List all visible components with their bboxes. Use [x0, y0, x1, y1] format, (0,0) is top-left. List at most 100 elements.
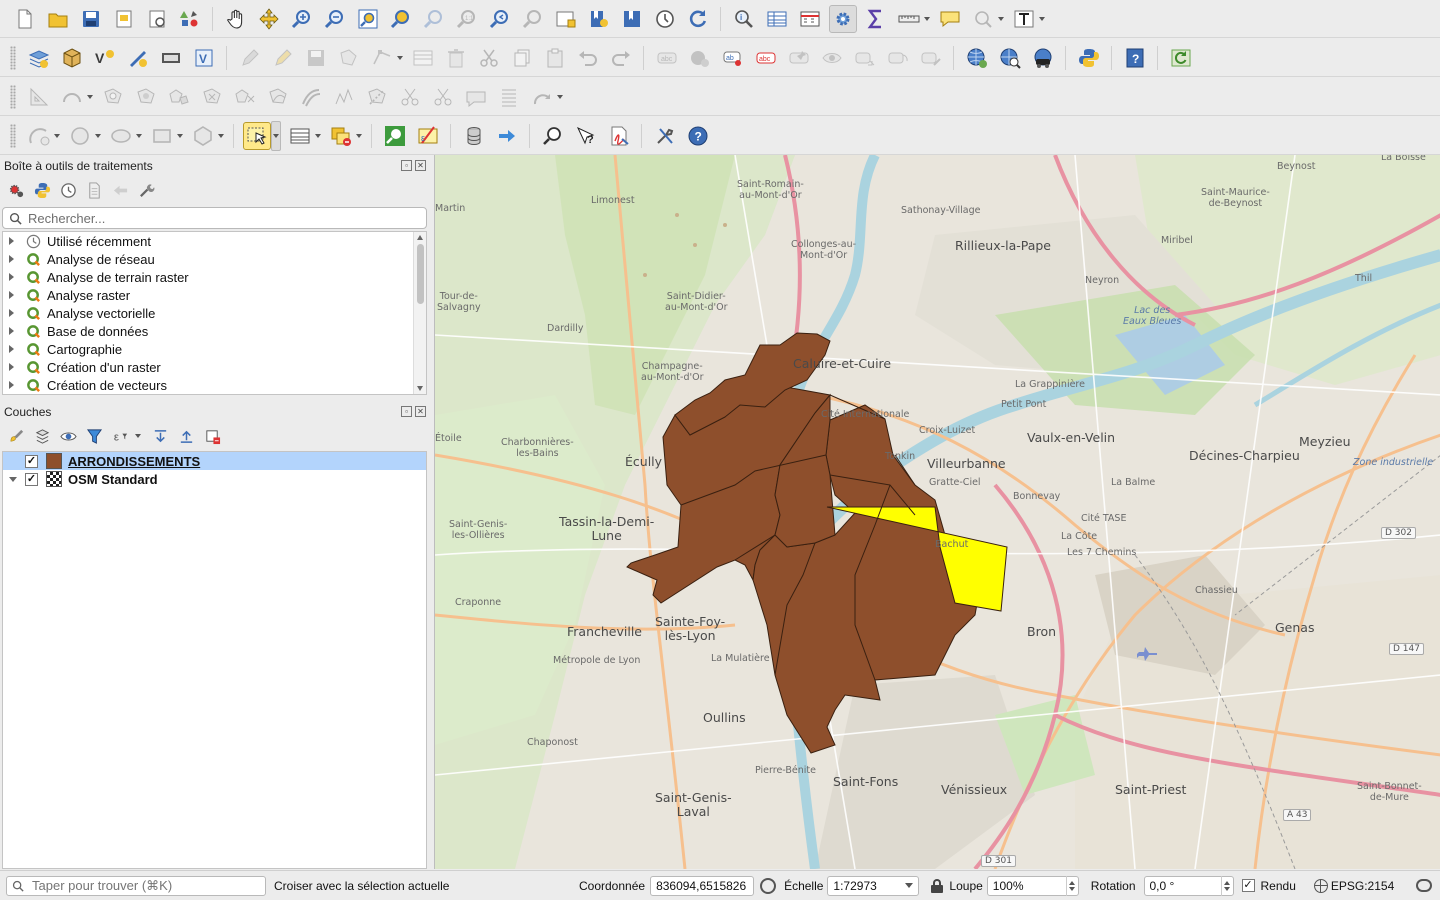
- open-project-button[interactable]: [44, 5, 72, 33]
- attribute-table-button[interactable]: [763, 5, 791, 33]
- map-canvas[interactable]: La Boisse Beynost Saint-Maurice- de-Beynos…: [434, 155, 1440, 869]
- pin-labels-button[interactable]: [785, 44, 813, 72]
- float-panel-button[interactable]: ▫: [401, 160, 412, 171]
- locator-input[interactable]: [32, 878, 252, 893]
- shape-dropdown[interactable]: [53, 131, 61, 141]
- collapse-all-button[interactable]: [176, 426, 196, 446]
- map-tips-button[interactable]: [936, 5, 964, 33]
- rectangle-digitizing-button[interactable]: [148, 122, 176, 150]
- new-print-layout-button[interactable]: [110, 5, 138, 33]
- modify-attributes-button[interactable]: [409, 44, 437, 72]
- python-console-button[interactable]: [1075, 44, 1103, 72]
- coordinate-toggle-icon[interactable]: [760, 877, 777, 894]
- models-button[interactable]: [6, 180, 26, 200]
- toolbox-group[interactable]: Création d'un raster: [3, 358, 426, 376]
- render-checkbox[interactable]: ✓: [1241, 879, 1255, 892]
- add-part-button[interactable]: [165, 83, 193, 111]
- new-project-button[interactable]: [11, 5, 39, 33]
- processing-toolbox-button[interactable]: [828, 4, 857, 33]
- circle-digitizing-button[interactable]: [66, 122, 94, 150]
- new-shapefile-button[interactable]: V: [91, 44, 119, 72]
- toolbox-group[interactable]: Cartographie: [3, 340, 426, 358]
- annotation-dropdown[interactable]: [1038, 14, 1046, 24]
- close-panel-button[interactable]: ✕: [415, 406, 426, 417]
- refresh-button[interactable]: [684, 5, 712, 33]
- geocode-button[interactable]: [1029, 44, 1057, 72]
- scroll-down-arrow[interactable]: [417, 386, 423, 391]
- toolbox-group[interactable]: Analyse raster: [3, 286, 426, 304]
- statistical-summary-button[interactable]: [862, 5, 890, 33]
- select-by-value-button[interactable]: [286, 122, 314, 150]
- zoom-next-button[interactable]: [519, 5, 547, 33]
- merge-features-button[interactable]: [429, 83, 457, 111]
- style-manager-button[interactable]: [176, 5, 204, 33]
- help-circle-button[interactable]: ?: [684, 122, 712, 150]
- cut-button[interactable]: [475, 44, 503, 72]
- delete-selected-button[interactable]: [442, 44, 470, 72]
- toolbox-group[interactable]: Analyse de terrain raster: [3, 268, 426, 286]
- osm-place-search-button[interactable]: [963, 44, 991, 72]
- data-source-manager-button[interactable]: [25, 44, 53, 72]
- scripts-button[interactable]: [32, 180, 52, 200]
- measure-button[interactable]: [895, 5, 923, 33]
- coordinate-field[interactable]: 836094,6515826: [650, 875, 755, 896]
- scroll-up-arrow[interactable]: [417, 235, 423, 240]
- toggle-editing-button[interactable]: [269, 44, 297, 72]
- results-viewer-button[interactable]: [84, 180, 104, 200]
- tree-scrollbar[interactable]: [413, 232, 426, 394]
- export-pdf-button[interactable]: [605, 122, 633, 150]
- run-arrow-button[interactable]: [493, 122, 521, 150]
- select-dropdown[interactable]: [271, 120, 281, 151]
- layer-arrondissements[interactable]: ✓ ARRONDISSEMENTS: [3, 452, 426, 470]
- layer-diagram-button[interactable]: [686, 44, 714, 72]
- polygon-digitizing-button[interactable]: [189, 122, 217, 150]
- zoom-last-button[interactable]: [486, 5, 514, 33]
- zoom-full-button[interactable]: [354, 5, 382, 33]
- locator-dropdown[interactable]: [997, 14, 1005, 24]
- redo-button[interactable]: [607, 44, 635, 72]
- layer-visibility-checkbox[interactable]: ✓: [25, 454, 38, 468]
- new-map-view-button[interactable]: [552, 5, 580, 33]
- offset-point-symbol-button[interactable]: [528, 83, 556, 111]
- messages-icon[interactable]: [1416, 879, 1432, 892]
- rotate-point-symbols-button[interactable]: [495, 83, 523, 111]
- toolbox-group[interactable]: Analyse de réseau: [3, 250, 426, 268]
- toolbox-group[interactable]: Analyse vectorielle: [3, 304, 426, 322]
- scale-dropdown-arrow[interactable]: [905, 883, 914, 888]
- select-value-dropdown[interactable]: [314, 131, 322, 141]
- move-label-button[interactable]: [851, 44, 879, 72]
- whats-this-button[interactable]: ?: [572, 122, 600, 150]
- expand-arrow[interactable]: [9, 345, 17, 353]
- locator-button[interactable]: [969, 5, 997, 33]
- expand-arrow[interactable]: [9, 363, 17, 371]
- fill-ring-button[interactable]: [132, 83, 160, 111]
- shape-digitizing-button[interactable]: [25, 122, 53, 150]
- toolbar-grip[interactable]: [10, 84, 16, 109]
- expand-arrow[interactable]: [9, 477, 17, 482]
- temporal-controller-button[interactable]: [651, 5, 679, 33]
- zoom-native-button[interactable]: 1:1: [453, 5, 481, 33]
- save-project-button[interactable]: [77, 5, 105, 33]
- pan-to-selection-button[interactable]: [255, 5, 283, 33]
- text-annotation-button[interactable]: [1010, 5, 1038, 33]
- scale-combobox[interactable]: 1:72973: [827, 875, 920, 896]
- search-button[interactable]: [539, 122, 567, 150]
- search-input[interactable]: [28, 210, 408, 226]
- vertex-dropdown[interactable]: [396, 53, 404, 63]
- zoom-in-button[interactable]: [288, 5, 316, 33]
- current-edits-button[interactable]: [236, 44, 264, 72]
- select-by-expression-button[interactable]: [381, 122, 409, 150]
- deselect-dropdown[interactable]: [355, 131, 363, 141]
- filter-expression-dropdown[interactable]: [134, 431, 142, 441]
- layer-osm-standard[interactable]: ✓ OSM Standard: [3, 470, 426, 488]
- split-parts-button[interactable]: [396, 83, 424, 111]
- simplify-button[interactable]: [330, 83, 358, 111]
- filter-expression-legend-button[interactable]: ε: [110, 426, 130, 446]
- filter-legend-button[interactable]: [84, 426, 104, 446]
- style-layer-button[interactable]: [6, 426, 26, 446]
- add-circular-string-button[interactable]: [58, 83, 86, 111]
- expand-arrow[interactable]: [9, 291, 17, 299]
- toolbox-group[interactable]: Utilisé récemment: [3, 232, 426, 250]
- merge-attributes-button[interactable]: [462, 83, 490, 111]
- copy-button[interactable]: [508, 44, 536, 72]
